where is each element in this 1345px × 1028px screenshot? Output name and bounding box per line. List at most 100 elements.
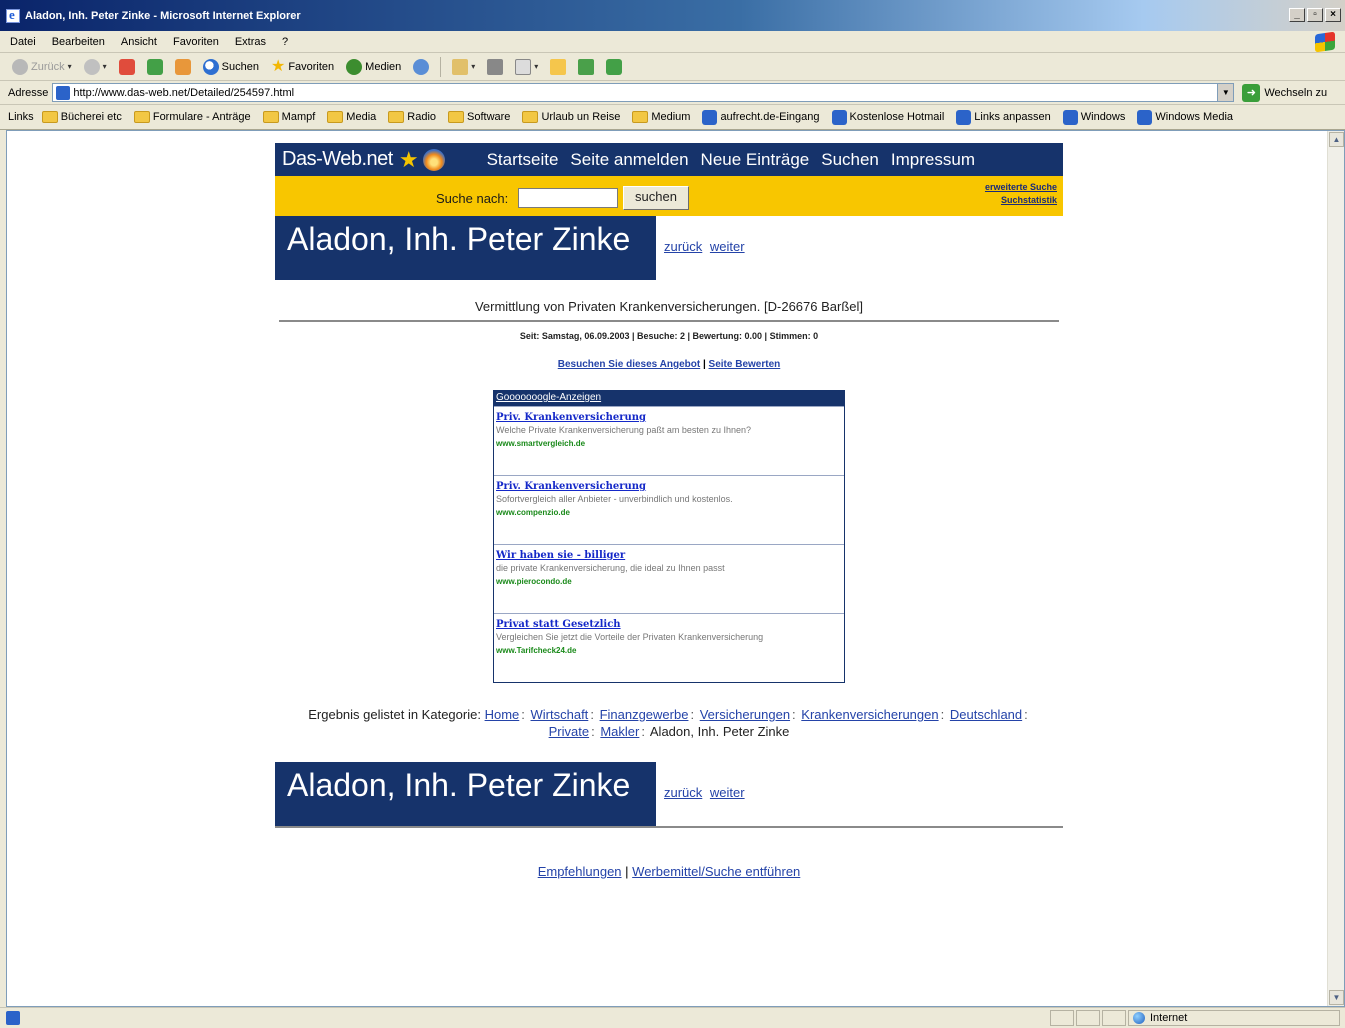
menu-help[interactable]: ? [282,36,288,48]
status-cell [1076,1010,1100,1026]
link-folder[interactable]: Medium [632,111,690,123]
research-button[interactable] [602,56,626,78]
address-dropdown-icon[interactable]: ▼ [1217,84,1234,101]
extended-search-link[interactable]: erweiterte Suche [985,181,1057,194]
flame-icon [422,148,445,171]
nav-search[interactable]: Suchen [821,150,879,170]
back-link[interactable]: zurück [664,239,702,254]
messenger-button[interactable] [574,56,598,78]
mail-dropdown-icon[interactable]: ▾ [471,62,475,71]
site-header: Das-Web.net ★ Startseite Seite anmelden … [275,143,1063,176]
crumb-krankenversicherungen[interactable]: Krankenversicherungen [801,707,938,722]
history-icon [413,58,430,75]
status-cell [1050,1010,1074,1026]
address-bar: Adresse http://www.das-web.net/Detailed/… [0,81,1345,105]
windows-logo-icon [1315,31,1335,53]
address-input[interactable]: http://www.das-web.net/Detailed/254597.h… [52,83,1235,102]
ad-title-link[interactable]: Wir haben sie - billiger [496,550,842,561]
next-link[interactable]: weiter [710,239,745,254]
site-search-bar: Suche nach: suchen erweiterte Suche Such… [275,176,1063,216]
menu-favorites[interactable]: Favoriten [173,36,219,48]
nav-imprint[interactable]: Impressum [891,150,975,170]
next-link[interactable]: weiter [710,785,745,800]
menu-tools[interactable]: Extras [235,36,266,48]
link-label: Windows Media [1155,111,1234,123]
recommend-link[interactable]: Empfehlungen [538,864,622,879]
page-status-icon [6,1011,20,1025]
scroll-up-icon[interactable]: ▲ [1329,132,1344,147]
crumb-deutschland[interactable]: Deutschland [950,707,1022,722]
crumb-makler[interactable]: Makler [600,724,639,739]
folder-icon [133,111,150,123]
back-button[interactable]: Zurück ▾ [8,56,76,78]
mail-button[interactable]: ▾ [448,56,479,78]
promo-link[interactable]: Werbemittel/Suche entführen [632,864,800,879]
link-folder[interactable]: Software [448,111,510,123]
messenger-icon [578,58,595,75]
home-button[interactable] [171,56,195,78]
go-button[interactable]: ➜ Wechseln zu [1242,83,1327,102]
back-link[interactable]: zurück [664,785,702,800]
forward-dropdown-icon[interactable]: ▾ [103,62,107,71]
back-dropdown-icon[interactable]: ▾ [68,62,72,71]
search-button[interactable]: Suchen [199,56,263,78]
address-label: Adresse [8,86,49,99]
edit-dropdown-icon[interactable]: ▾ [534,62,538,71]
link-page[interactable]: Kostenlose Hotmail [831,109,944,125]
link-folder[interactable]: Urlaub un Reise [522,111,620,123]
ad-title-link[interactable]: Privat statt Gesetzlich [496,619,842,630]
link-folder[interactable]: Mampf [262,111,315,123]
search-stats-link[interactable]: Suchstatistik [985,194,1057,207]
forward-button[interactable]: ▾ [80,56,111,78]
link-page[interactable]: Windows [1062,109,1125,125]
crumb-home[interactable]: Home [485,707,520,722]
vertical-scrollbar[interactable]: ▲ ▼ [1327,131,1344,1006]
link-page[interactable]: Links anpassen [956,109,1051,125]
link-page[interactable]: aufrecht.de-Eingang [702,109,820,125]
link-folder[interactable]: Formulare - Anträge [133,111,251,123]
search-input[interactable] [518,188,618,208]
entry-title-block: Aladon, Inh. Peter Zinke zurück weiter [275,216,1063,280]
link-folder[interactable]: Radio [388,111,436,123]
link-label: aufrecht.de-Eingang [720,111,820,123]
close-button[interactable]: × [1325,8,1341,22]
refresh-button[interactable] [143,56,167,78]
edit-button[interactable]: ▾ [511,56,542,78]
crumb-versicherungen[interactable]: Versicherungen [700,707,790,722]
nav-register[interactable]: Seite anmelden [570,150,688,170]
link-page[interactable]: Windows Media [1137,109,1234,125]
link-folder[interactable]: Bücherei etc [41,111,122,123]
history-button[interactable] [409,56,433,78]
ad-title-link[interactable]: Priv. Krankenversicherung [496,481,842,492]
go-arrow-icon: ➜ [1242,83,1261,102]
ads-header-link[interactable]: Gooooooogle-Anzeigen [496,392,601,403]
status-cells [1050,1010,1126,1026]
crumb-private[interactable]: Private [549,724,589,739]
scroll-down-icon[interactable]: ▼ [1329,990,1344,1005]
search-submit-button[interactable]: suchen [623,186,689,210]
folder-button[interactable] [546,56,570,78]
minimize-button[interactable]: _ [1289,8,1305,22]
ad-title-link[interactable]: Priv. Krankenversicherung [496,412,842,423]
entry-pager-bottom: zurück weiter [664,785,749,800]
crumb-finanzgewerbe[interactable]: Finanzgewerbe [600,707,689,722]
media-button[interactable]: Medien [342,56,405,78]
nav-home[interactable]: Startseite [487,150,559,170]
visit-link[interactable]: Besuchen Sie dieses Angebot [558,359,700,370]
menu-view[interactable]: Ansicht [121,36,157,48]
maximize-button[interactable]: ▫ [1307,8,1323,22]
rate-link[interactable]: Seite Bewerten [709,359,781,370]
category-prefix: Ergebnis gelistet in Kategorie: [308,707,481,722]
print-button[interactable] [483,56,507,78]
crumb-wirtschaft[interactable]: Wirtschaft [531,707,589,722]
folder-icon [550,58,567,75]
nav-new-entries[interactable]: Neue Einträge [701,150,810,170]
menu-edit[interactable]: Bearbeiten [52,36,105,48]
stop-button[interactable] [115,56,139,78]
toolbar-separator [440,56,442,77]
ad-item: Priv. Krankenversicherung Welche Private… [494,406,844,475]
site-logo[interactable]: Das-Web.net [282,148,393,171]
favorites-button[interactable]: ★ Favoriten [267,56,338,78]
link-folder[interactable]: Media [327,111,376,123]
menu-file[interactable]: Datei [10,36,36,48]
